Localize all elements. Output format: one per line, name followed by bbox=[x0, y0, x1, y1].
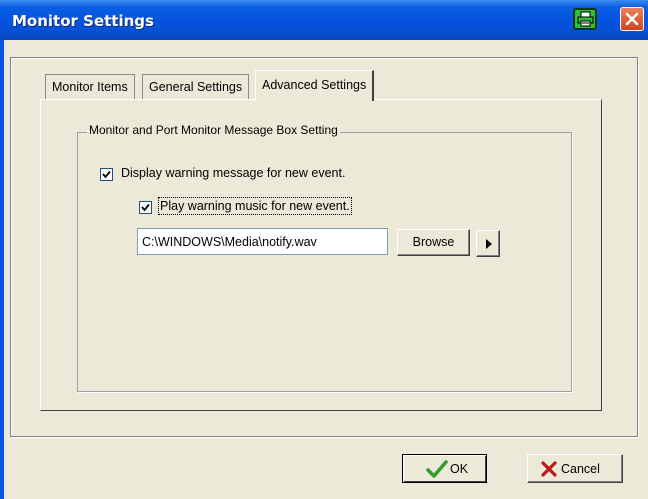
tab-general-settings[interactable]: General Settings bbox=[142, 74, 250, 99]
checkmark-icon bbox=[426, 460, 448, 478]
play-icon bbox=[486, 239, 492, 249]
cancel-label: Cancel bbox=[561, 462, 600, 476]
close-button[interactable] bbox=[620, 7, 644, 31]
printer-icon[interactable] bbox=[573, 8, 597, 30]
browse-button[interactable]: Browse bbox=[397, 229, 470, 256]
window-title: Monitor Settings bbox=[12, 12, 154, 30]
ok-button[interactable]: OK bbox=[402, 454, 487, 483]
ok-label: OK bbox=[450, 462, 469, 476]
display-warning-checkbox[interactable] bbox=[100, 168, 113, 181]
play-music-label[interactable]: Play warning music for new event. bbox=[158, 197, 352, 215]
checkmark-icon bbox=[141, 203, 150, 212]
x-icon bbox=[541, 461, 557, 477]
tab-label: General Settings bbox=[149, 80, 243, 94]
checkmark-icon bbox=[102, 170, 111, 179]
window-border bbox=[0, 40, 4, 499]
title-bar[interactable]: Monitor Settings bbox=[0, 0, 648, 40]
tab-label: Advanced Settings bbox=[262, 78, 367, 92]
tab-advanced-settings[interactable]: Advanced Settings bbox=[255, 70, 375, 101]
tab-monitor-items[interactable]: Monitor Items bbox=[45, 74, 135, 99]
close-icon bbox=[625, 12, 639, 26]
tab-label: Monitor Items bbox=[52, 80, 128, 94]
cancel-button[interactable]: Cancel bbox=[527, 454, 623, 483]
display-warning-label[interactable]: Display warning message for new event. bbox=[121, 166, 345, 180]
play-music-checkbox[interactable] bbox=[139, 201, 152, 214]
sound-file-input[interactable] bbox=[137, 228, 388, 255]
browse-label: Browse bbox=[412, 235, 455, 250]
groupbox-label: Monitor and Port Monitor Message Box Set… bbox=[87, 123, 340, 137]
monitor-settings-dialog: Monitor Settings Monitor Items General S… bbox=[0, 0, 648, 499]
play-button[interactable] bbox=[476, 230, 500, 257]
